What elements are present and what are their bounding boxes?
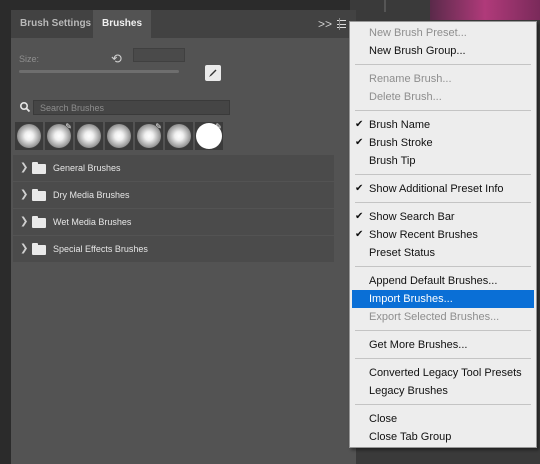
menu-item-label: Close bbox=[369, 413, 398, 425]
menu-separator bbox=[355, 174, 531, 175]
brush-group[interactable]: ❯ Special Effects Brushes bbox=[13, 236, 334, 262]
recent-brush[interactable] bbox=[15, 122, 43, 150]
search-icon bbox=[19, 101, 31, 113]
menu-item-label: Converted Legacy Tool Presets bbox=[369, 367, 522, 379]
brush-group-label: Special Effects Brushes bbox=[53, 244, 148, 254]
pencil-icon: ✎ bbox=[155, 122, 162, 131]
checkmark-icon: ✔ bbox=[355, 229, 364, 240]
menu-item-get-more-brushes[interactable]: Get More Brushes... bbox=[352, 336, 534, 354]
menu-item-label: Append Default Brushes... bbox=[369, 275, 498, 287]
menu-item-delete-brush[interactable]: Delete Brush... bbox=[352, 88, 534, 106]
tab-bar-separator bbox=[339, 18, 340, 30]
menu-item-label: Preset Status bbox=[369, 247, 436, 259]
menu-item-label: Export Selected Brushes... bbox=[369, 311, 500, 323]
menu-item-append-default-brushes[interactable]: Append Default Brushes... bbox=[352, 272, 534, 290]
brush-group[interactable]: ❯ Dry Media Brushes bbox=[13, 182, 334, 208]
menu-separator bbox=[355, 358, 531, 359]
menu-separator bbox=[355, 202, 531, 203]
recent-brush[interactable]: ✎ bbox=[195, 122, 223, 150]
menu-item-legacy-brushes[interactable]: Legacy Brushes bbox=[352, 382, 534, 400]
app-divider bbox=[384, 0, 386, 12]
brush-group-label: General Brushes bbox=[53, 163, 121, 173]
menu-item-export-selected-brushes[interactable]: Export Selected Brushes... bbox=[352, 308, 534, 326]
menu-separator bbox=[355, 330, 531, 331]
recent-brush[interactable]: ✎ bbox=[45, 122, 73, 150]
recent-brush[interactable] bbox=[75, 122, 103, 150]
brushes-panel: Brush Settings Brushes >> Size: ⟲ ✎ ✎ bbox=[10, 10, 356, 464]
search-input[interactable] bbox=[33, 100, 230, 115]
folder-icon bbox=[32, 243, 46, 255]
menu-item-import-brushes[interactable]: Import Brushes... bbox=[352, 290, 534, 308]
menu-item-preset-status[interactable]: Preset Status bbox=[352, 244, 534, 262]
menu-item-converted-legacy-tool-presets[interactable]: Converted Legacy Tool Presets bbox=[352, 364, 534, 382]
menu-item-close-tab-group[interactable]: Close Tab Group bbox=[352, 428, 534, 446]
menu-item-show-recent-brushes[interactable]: ✔ Show Recent Brushes bbox=[352, 226, 534, 244]
search-bar bbox=[19, 100, 349, 116]
folder-icon bbox=[32, 216, 46, 228]
chevron-right-icon[interactable]: ❯ bbox=[20, 182, 28, 208]
menu-item-label: Delete Brush... bbox=[369, 91, 442, 103]
menu-separator bbox=[355, 64, 531, 65]
size-label: Size: bbox=[19, 54, 40, 64]
folder-icon bbox=[32, 189, 46, 201]
menu-item-label: Get More Brushes... bbox=[369, 339, 468, 351]
menu-item-close[interactable]: Close bbox=[352, 410, 534, 428]
checkmark-icon: ✔ bbox=[355, 211, 364, 222]
size-field[interactable] bbox=[133, 48, 185, 62]
menu-item-label: Show Search Bar bbox=[369, 211, 455, 223]
collapse-panels-icon[interactable]: >> bbox=[318, 10, 332, 38]
pencil-icon: ✎ bbox=[215, 122, 222, 131]
tab-brush-settings[interactable]: Brush Settings bbox=[11, 10, 101, 38]
recent-brush[interactable] bbox=[165, 122, 193, 150]
menu-separator bbox=[355, 266, 531, 267]
menu-item-new-brush-group[interactable]: New Brush Group... bbox=[352, 42, 534, 60]
checkmark-icon: ✔ bbox=[355, 137, 364, 148]
brush-group[interactable]: ❯ General Brushes bbox=[13, 155, 334, 181]
size-slider[interactable] bbox=[19, 70, 179, 73]
menu-item-rename-brush[interactable]: Rename Brush... bbox=[352, 70, 534, 88]
folder-icon bbox=[32, 162, 46, 174]
menu-item-brush-name[interactable]: ✔ Brush Name bbox=[352, 116, 534, 134]
brush-group-label: Dry Media Brushes bbox=[53, 190, 130, 200]
brushes-panel-menu: New Brush Preset... New Brush Group... R… bbox=[349, 21, 537, 448]
checkmark-icon: ✔ bbox=[355, 183, 364, 194]
menu-item-label: New Brush Group... bbox=[369, 45, 466, 57]
menu-item-label: Show Additional Preset Info bbox=[369, 183, 504, 195]
menu-item-brush-tip[interactable]: Brush Tip bbox=[352, 152, 534, 170]
chevron-right-icon[interactable]: ❯ bbox=[20, 155, 28, 181]
panel-tab-bar: Brush Settings Brushes >> bbox=[11, 10, 356, 38]
tab-brushes[interactable]: Brushes bbox=[93, 10, 152, 38]
size-control: Size: ⟲ bbox=[19, 48, 349, 81]
menu-item-label: New Brush Preset... bbox=[369, 27, 467, 39]
brush-icon bbox=[209, 69, 217, 77]
recent-brush[interactable]: ✎ bbox=[135, 122, 163, 150]
canvas-preview-strip bbox=[430, 0, 540, 20]
chevron-right-icon[interactable]: ❯ bbox=[20, 209, 28, 235]
menu-item-show-search-bar[interactable]: ✔ Show Search Bar bbox=[352, 208, 534, 226]
menu-item-new-brush-preset[interactable]: New Brush Preset... bbox=[352, 24, 534, 42]
menu-item-label: Legacy Brushes bbox=[369, 385, 448, 397]
recent-brush[interactable] bbox=[105, 122, 133, 150]
menu-item-label: Close Tab Group bbox=[369, 431, 452, 443]
brush-group-label: Wet Media Brushes bbox=[53, 217, 132, 227]
chevron-right-icon[interactable]: ❯ bbox=[20, 236, 28, 262]
menu-item-label: Rename Brush... bbox=[369, 73, 452, 85]
menu-item-show-additional-preset-info[interactable]: ✔ Show Additional Preset Info bbox=[352, 180, 534, 198]
menu-item-label: Brush Name bbox=[369, 119, 431, 131]
menu-item-label: Import Brushes... bbox=[369, 293, 453, 305]
brush-groups-list: ❯ General Brushes ❯ Dry Media Brushes ❯ … bbox=[13, 155, 334, 263]
pencil-icon: ✎ bbox=[65, 122, 72, 131]
checkmark-icon: ✔ bbox=[355, 119, 364, 130]
menu-item-brush-stroke[interactable]: ✔ Brush Stroke bbox=[352, 134, 534, 152]
reset-size-icon[interactable]: ⟲ bbox=[111, 51, 122, 67]
brush-group[interactable]: ❯ Wet Media Brushes bbox=[13, 209, 334, 235]
menu-separator bbox=[355, 404, 531, 405]
menu-item-label: Show Recent Brushes bbox=[369, 229, 478, 241]
menu-item-label: Brush Stroke bbox=[369, 137, 433, 149]
create-new-brush-button[interactable] bbox=[205, 65, 221, 81]
menu-separator bbox=[355, 110, 531, 111]
menu-item-label: Brush Tip bbox=[369, 155, 416, 167]
